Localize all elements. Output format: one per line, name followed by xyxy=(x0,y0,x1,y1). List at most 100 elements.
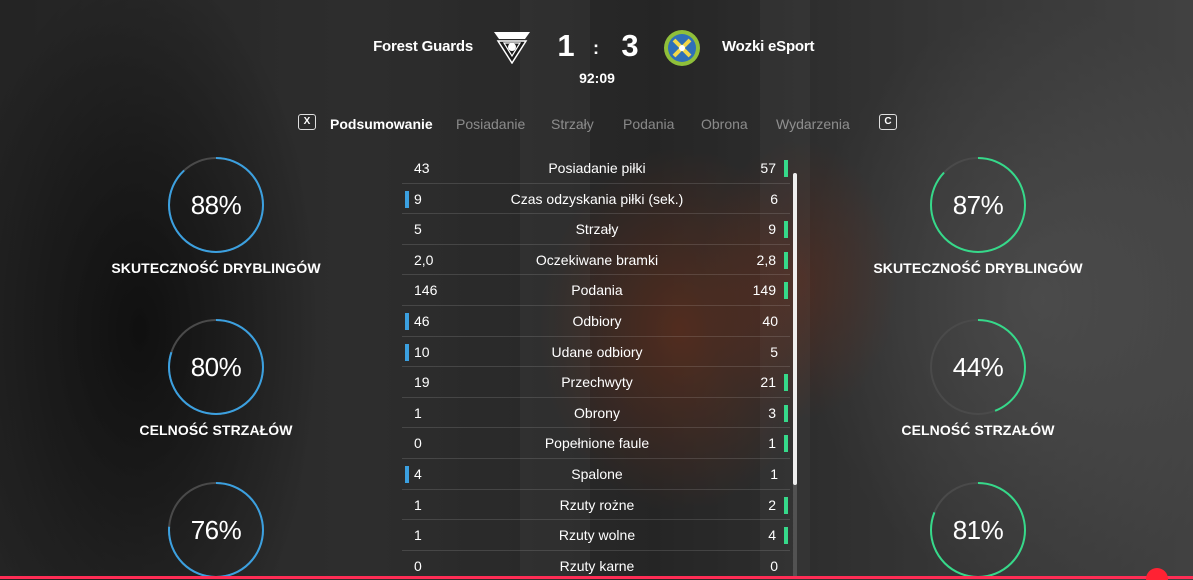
stat-row: 146 Podania 149 xyxy=(402,275,790,306)
away-stat-value: 1 xyxy=(770,465,778,482)
stat-row: 10 Udane odbiory 5 xyxy=(402,337,790,368)
home-stat-value: 5 xyxy=(414,221,422,238)
away-stat-value: 3 xyxy=(768,404,776,421)
ring-percent: 76% xyxy=(190,515,242,545)
stat-row: 1 Obrony 3 xyxy=(402,398,790,429)
stat-name: Rzuty rożne xyxy=(559,496,635,513)
ring-label: CELNOŚĆ STRZAŁÓW xyxy=(139,422,293,438)
shield-wings-crest-icon xyxy=(494,30,530,65)
home-stat-value: 19 xyxy=(414,374,430,391)
away-stat-value: 21 xyxy=(760,374,776,391)
away-stat-value: 5 xyxy=(770,343,778,360)
tab-wydarzenia[interactable]: Wydarzenia xyxy=(776,116,850,132)
next-tab-key-hint[interactable]: C xyxy=(879,114,897,130)
away-dribble-ring: 87% xyxy=(929,156,1027,254)
home-stat-value: 43 xyxy=(414,160,430,176)
stat-row: 5 Strzały 9 xyxy=(402,214,790,245)
ring-label: SKUTECZNOŚĆ DRYBLINGÓW xyxy=(111,260,321,276)
home-leader-bar xyxy=(405,343,409,361)
away-stat-value: 2,8 xyxy=(756,251,776,268)
home-leader-bar xyxy=(405,465,409,483)
away-leader-bar xyxy=(784,160,788,177)
stat-name: Posiadanie piłki xyxy=(548,160,646,176)
away-stat-value: 40 xyxy=(762,312,778,329)
home-third-ring: 76% xyxy=(167,481,265,579)
stat-name: Strzały xyxy=(575,221,619,238)
away-leader-bar xyxy=(784,527,788,545)
tab-posiadanie[interactable]: Posiadanie xyxy=(456,116,525,132)
away-leader-bar xyxy=(784,404,788,422)
home-stat-value: 146 xyxy=(414,282,438,299)
stat-row: 9 Czas odzyskania piłki (sek.) 6 xyxy=(402,184,790,215)
away-score: 3 xyxy=(621,28,639,63)
stats-table[interactable]: 43 Posiadanie piłki 57 9 Czas odzyskania pił… xyxy=(402,153,790,580)
home-stat-value: 9 xyxy=(414,190,422,207)
ring-percent: 88% xyxy=(190,190,242,220)
away-leader-bar xyxy=(784,251,788,269)
laurel-cross-crest-icon xyxy=(661,28,703,68)
ring-label: CELNOŚĆ STRZAŁÓW xyxy=(901,422,1055,438)
away-team-name: Wozki eSport xyxy=(722,38,815,55)
away-third-ring: 81% xyxy=(929,481,1027,579)
home-leader-bar xyxy=(405,190,409,208)
stat-row: 4 Spalone 1 xyxy=(402,459,790,490)
home-stat-value: 1 xyxy=(414,496,422,513)
stat-row: 1 Rzuty wolne 4 xyxy=(402,520,790,551)
stat-row: 19 Przechwyty 21 xyxy=(402,367,790,398)
home-stat-value: 4 xyxy=(414,465,422,482)
stat-row: 0 Popełnione faule 1 xyxy=(402,428,790,459)
bottom-progress-line xyxy=(0,576,1193,579)
ring-percent: 81% xyxy=(952,515,1004,545)
stat-row: 1 Rzuty rożne 2 xyxy=(402,490,790,521)
stat-name: Podania xyxy=(571,282,623,299)
stat-name: Rzuty wolne xyxy=(558,527,636,544)
score-separator: : xyxy=(593,38,599,58)
home-team-name: Forest Guards xyxy=(373,38,473,55)
ring-percent: 80% xyxy=(190,352,242,382)
home-score: 1 xyxy=(557,28,575,63)
away-leader-bar xyxy=(784,496,788,514)
home-stat-value: 0 xyxy=(414,557,422,574)
stat-name: Spalone xyxy=(571,465,623,482)
away-leader-bar xyxy=(784,435,788,453)
stat-name: Rzuty karne xyxy=(559,557,635,574)
away-leader-bar xyxy=(784,282,788,300)
ring-percent: 44% xyxy=(952,352,1004,382)
stat-name: Popełnione faule xyxy=(544,435,650,452)
home-stat-value: 1 xyxy=(414,404,422,421)
away-stat-value: 4 xyxy=(768,527,776,544)
away-stat-value: 0 xyxy=(770,557,778,574)
stat-row: 43 Posiadanie piłki 57 xyxy=(402,153,790,184)
stats-scrollbar-thumb[interactable] xyxy=(793,173,797,485)
away-leader-bar xyxy=(784,221,788,239)
stat-name: Odbiory xyxy=(572,312,622,329)
away-stat-value: 149 xyxy=(752,282,776,299)
away-stat-value: 6 xyxy=(770,190,778,207)
tab-podania[interactable]: Podania xyxy=(623,116,674,132)
away-leader-bar xyxy=(784,374,788,392)
away-stat-value: 57 xyxy=(760,160,776,176)
away-stat-value: 9 xyxy=(768,221,776,238)
home-shot-accuracy-ring: 80% xyxy=(167,318,265,416)
home-stat-value: 0 xyxy=(414,435,422,452)
stat-name: Obrony xyxy=(574,404,620,421)
home-leader-bar xyxy=(405,312,409,330)
stat-name: Czas odzyskania piłki (sek.) xyxy=(510,190,684,207)
ring-percent: 87% xyxy=(952,190,1004,220)
home-stat-value: 46 xyxy=(414,312,430,329)
prev-tab-key-hint[interactable]: X xyxy=(298,114,316,130)
home-stat-value: 1 xyxy=(414,527,422,544)
away-stat-value: 1 xyxy=(768,435,776,452)
stat-name: Przechwyty xyxy=(561,374,633,391)
tab-podsumowanie[interactable]: Podsumowanie xyxy=(330,116,433,132)
stat-name: Oczekiwane bramki xyxy=(535,251,659,268)
tab-strzaly[interactable]: Strzały xyxy=(551,116,594,132)
tab-obrona[interactable]: Obrona xyxy=(701,116,748,132)
stat-name: Udane odbiory xyxy=(551,343,643,360)
home-dribble-ring: 88% xyxy=(167,156,265,254)
ring-label: SKUTECZNOŚĆ DRYBLINGÓW xyxy=(873,260,1083,276)
stat-row: 46 Odbiory 40 xyxy=(402,306,790,337)
match-stats-screen: Forest Guards 1 : 3 Wozki eSport 92:09 X… xyxy=(0,0,1193,580)
home-stat-value: 10 xyxy=(414,343,430,360)
home-stat-value: 2,0 xyxy=(414,251,434,268)
